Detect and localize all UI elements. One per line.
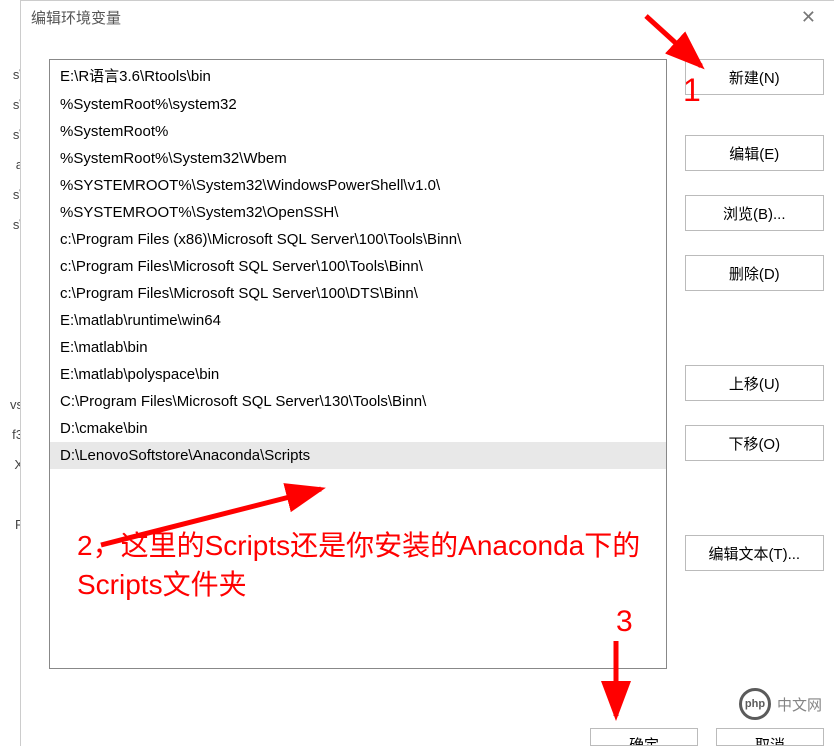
- watermark-logo-icon: php: [739, 688, 771, 720]
- list-item[interactable]: E:\matlab\polyspace\bin: [50, 361, 666, 388]
- list-item[interactable]: %SYSTEMROOT%\System32\OpenSSH\: [50, 199, 666, 226]
- move-up-button[interactable]: 上移(U): [685, 365, 824, 401]
- list-item[interactable]: %SystemRoot%: [50, 118, 666, 145]
- list-item[interactable]: %SystemRoot%\system32: [50, 91, 666, 118]
- list-item[interactable]: c:\Program Files\Microsoft SQL Server\10…: [50, 253, 666, 280]
- list-item[interactable]: E:\matlab\bin: [50, 334, 666, 361]
- ok-button[interactable]: 确定: [590, 728, 698, 746]
- list-item[interactable]: %SystemRoot%\System32\Wbem: [50, 145, 666, 172]
- dialog-title: 编辑环境变量: [31, 7, 121, 28]
- cancel-button[interactable]: 取消: [716, 728, 824, 746]
- list-item[interactable]: C:\Program Files\Microsoft SQL Server\13…: [50, 388, 666, 415]
- list-item[interactable]: D:\LenovoSoftstore\Anaconda\Scripts: [50, 442, 666, 469]
- path-listbox[interactable]: E:\R语言3.6\Rtools\bin%SystemRoot%\system3…: [49, 59, 667, 669]
- close-icon[interactable]: ✕: [795, 7, 822, 28]
- dialog-content: E:\R语言3.6\Rtools\bin%SystemRoot%\system3…: [21, 41, 834, 746]
- browse-button[interactable]: 浏览(B)...: [685, 195, 824, 231]
- list-item[interactable]: E:\R语言3.6\Rtools\bin: [50, 60, 666, 91]
- new-button[interactable]: 新建(N): [685, 59, 824, 95]
- edit-env-var-dialog: 编辑环境变量 ✕ E:\R语言3.6\Rtools\bin%SystemRoot…: [20, 0, 834, 746]
- dialog-bottom-buttons: 确定 取消: [590, 728, 824, 746]
- list-item[interactable]: E:\matlab\runtime\win64: [50, 307, 666, 334]
- list-item[interactable]: c:\Program Files (x86)\Microsoft SQL Ser…: [50, 226, 666, 253]
- button-column: 新建(N) 编辑(E) 浏览(B)... 删除(D) 上移(U) 下移(O) 编…: [685, 59, 824, 746]
- delete-button[interactable]: 删除(D): [685, 255, 824, 291]
- move-down-button[interactable]: 下移(O): [685, 425, 824, 461]
- edit-text-button[interactable]: 编辑文本(T)...: [685, 535, 824, 571]
- edit-button[interactable]: 编辑(E): [685, 135, 824, 171]
- list-item[interactable]: c:\Program Files\Microsoft SQL Server\10…: [50, 280, 666, 307]
- list-item[interactable]: D:\cmake\bin: [50, 415, 666, 442]
- watermark: php 中文网: [739, 688, 822, 720]
- titlebar: 编辑环境变量 ✕: [21, 1, 834, 41]
- watermark-text: 中文网: [777, 694, 822, 715]
- list-item[interactable]: %SYSTEMROOT%\System32\WindowsPowerShell\…: [50, 172, 666, 199]
